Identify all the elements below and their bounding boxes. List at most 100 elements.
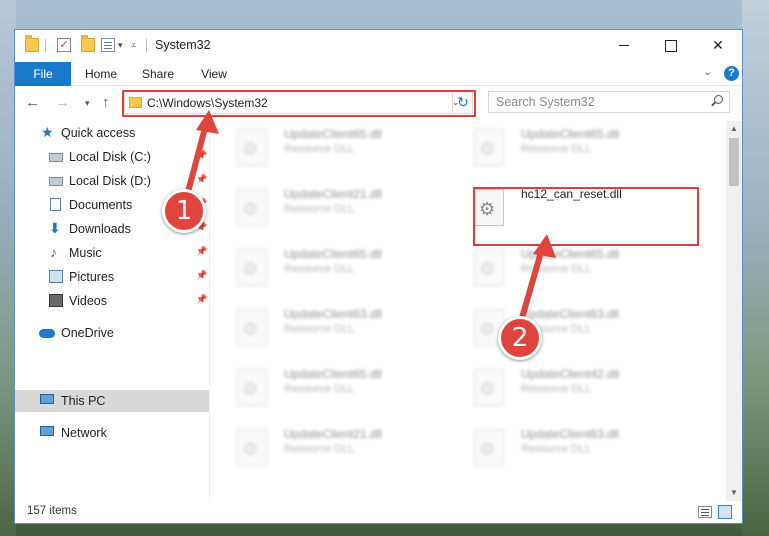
tab-share[interactable]: Share — [133, 62, 183, 86]
sidebar-item-local-disk-c[interactable]: Local Disk (C:) 📌 — [15, 146, 209, 168]
desktop-background-right — [742, 0, 769, 536]
file-type: Resource DLL — [284, 263, 355, 275]
file-name: UpdateClient63.dll — [521, 307, 620, 321]
sidebar-item-label: OneDrive — [61, 326, 114, 340]
pin-icon: 📌 — [196, 294, 208, 304]
sidebar-item-videos[interactable]: Videos 📌 — [15, 290, 209, 312]
file-item[interactable]: UpdateClient21.dll Resource DLL — [211, 423, 441, 473]
close-button[interactable]: ✕ — [695, 30, 741, 60]
ribbon-tabs: File Home Share View ⌄ ? — [15, 62, 742, 86]
file-type: Resource DLL — [521, 443, 592, 455]
pin-icon: 📌 — [196, 270, 208, 280]
item-count: 157 items — [27, 505, 77, 517]
dll-file-icon — [237, 129, 267, 166]
tab-view[interactable]: View — [191, 62, 237, 86]
title-bar: ✓ ▾ ⩡ System32 ✕ — [15, 30, 742, 62]
minimize-button[interactable] — [601, 30, 647, 60]
sidebar-item-pictures[interactable]: Pictures 📌 — [15, 266, 209, 288]
file-name: UpdateClient65.dll — [521, 127, 620, 141]
properties-check-icon[interactable]: ✓ — [57, 38, 71, 52]
dll-file-icon — [237, 309, 267, 346]
new-folder-icon[interactable] — [81, 35, 95, 52]
file-explorer-window: ✓ ▾ ⩡ System32 ✕ File Home Share View ⌄ … — [14, 29, 743, 524]
file-item[interactable]: UpdateClient65.dll Resource DLL — [211, 363, 441, 413]
tab-file[interactable]: File — [15, 62, 71, 86]
sidebar-item-label: Network — [61, 426, 107, 440]
dll-file-icon — [474, 429, 504, 466]
window-title: System32 — [155, 38, 211, 52]
customize-toolbar-icon[interactable]: ⩡ — [131, 40, 136, 51]
details-view-icon[interactable] — [698, 506, 712, 518]
properties-dropdown-icon[interactable]: ▾ — [118, 40, 123, 51]
sidebar-item-label: This PC — [61, 394, 106, 408]
pin-icon: 📌 — [196, 174, 208, 184]
scroll-up-icon[interactable]: ▲ — [730, 124, 738, 133]
help-icon[interactable]: ? — [724, 66, 739, 81]
maximize-button[interactable] — [647, 30, 693, 60]
file-type: Resource DLL — [521, 263, 592, 275]
sidebar-item-music[interactable]: ♪ Music 📌 — [15, 242, 209, 264]
file-name: UpdateClient65.dll — [284, 127, 383, 141]
large-icons-view-icon[interactable] — [718, 505, 732, 519]
sidebar-item-label: Local Disk (C:) — [69, 150, 151, 164]
sidebar-item-label: Pictures — [69, 270, 115, 284]
vertical-scrollbar[interactable]: ▲ ▼ — [726, 121, 742, 501]
tab-home[interactable]: Home — [77, 62, 125, 86]
status-bar: 157 items — [15, 501, 742, 523]
search-icon[interactable] — [711, 95, 723, 107]
file-item[interactable]: UpdateClient63.dll Resource DLL — [448, 423, 678, 473]
sidebar-item-label: Quick access — [61, 126, 136, 140]
cloud-icon — [39, 329, 55, 338]
file-item[interactable]: UpdateClient65.dll Resource DLL — [211, 243, 441, 293]
scroll-down-icon[interactable]: ▼ — [730, 488, 738, 497]
file-item[interactable]: UpdateClient63.dll Resource DLL — [211, 303, 441, 353]
sidebar-item-onedrive[interactable]: OneDrive — [15, 322, 209, 344]
pin-icon: 📌 — [196, 150, 208, 160]
forward-arrow-icon[interactable]: → — [55, 94, 70, 111]
sidebar-item-network[interactable]: Network — [15, 422, 209, 444]
network-icon — [40, 426, 54, 436]
file-type: Resource DLL — [284, 203, 355, 215]
documents-icon — [50, 198, 61, 211]
computer-icon — [40, 394, 54, 404]
sidebar-item-quick-access[interactable]: ★ Quick access — [15, 122, 209, 144]
file-item[interactable]: UpdateClient63.dll Resource DLL — [448, 303, 678, 353]
search-box[interactable]: Search System32 — [488, 91, 730, 113]
drive-icon — [49, 153, 63, 162]
download-arrow-icon: ⬇ — [49, 220, 61, 236]
up-arrow-icon[interactable]: ↑ — [102, 94, 110, 111]
sidebar-item-this-pc[interactable]: This PC — [15, 390, 209, 412]
properties-list-icon[interactable] — [101, 38, 115, 52]
address-highlight-box — [122, 90, 476, 117]
drive-icon — [49, 177, 63, 186]
file-item[interactable]: UpdateClient65.dll Resource DLL — [211, 123, 441, 173]
recent-locations-icon[interactable]: ▾ — [85, 98, 90, 109]
star-icon: ★ — [41, 124, 54, 140]
file-name: UpdateClient65.dll — [284, 367, 383, 381]
sidebar-item-label: Music — [69, 246, 102, 260]
expand-ribbon-icon[interactable]: ⌄ — [703, 65, 712, 78]
file-item[interactable]: UpdateClient21.dll Resource DLL — [211, 183, 441, 233]
file-name: UpdateClient65.dll — [521, 247, 620, 261]
file-item[interactable]: UpdateClient42.dll Resource DLL — [448, 363, 678, 413]
file-name: UpdateClient63.dll — [284, 307, 383, 321]
dll-file-icon — [474, 249, 504, 286]
file-name: UpdateClient63.dll — [521, 427, 620, 441]
file-name: UpdateClient21.dll — [284, 187, 383, 201]
toolbar-separator — [146, 39, 147, 52]
music-note-icon: ♪ — [50, 244, 57, 260]
file-type: Resource DLL — [284, 143, 355, 155]
video-icon — [49, 294, 63, 307]
scrollbar-thumb[interactable] — [729, 138, 739, 186]
pin-icon: 📌 — [196, 246, 208, 256]
search-input[interactable]: Search System32 — [496, 95, 595, 109]
file-list: UpdateClient65.dll Resource DLL UpdateCl… — [211, 121, 726, 501]
file-item[interactable]: UpdateClient65.dll Resource DLL — [448, 123, 678, 173]
back-arrow-icon[interactable]: ← — [25, 94, 40, 111]
file-type: Resource DLL — [284, 323, 355, 335]
file-type: Resource DLL — [284, 443, 355, 455]
dll-file-icon — [237, 369, 267, 406]
file-item[interactable]: UpdateClient65.dll Resource DLL — [448, 243, 678, 293]
pane-divider[interactable] — [209, 121, 210, 501]
step-badge-2: 2 — [498, 316, 542, 360]
